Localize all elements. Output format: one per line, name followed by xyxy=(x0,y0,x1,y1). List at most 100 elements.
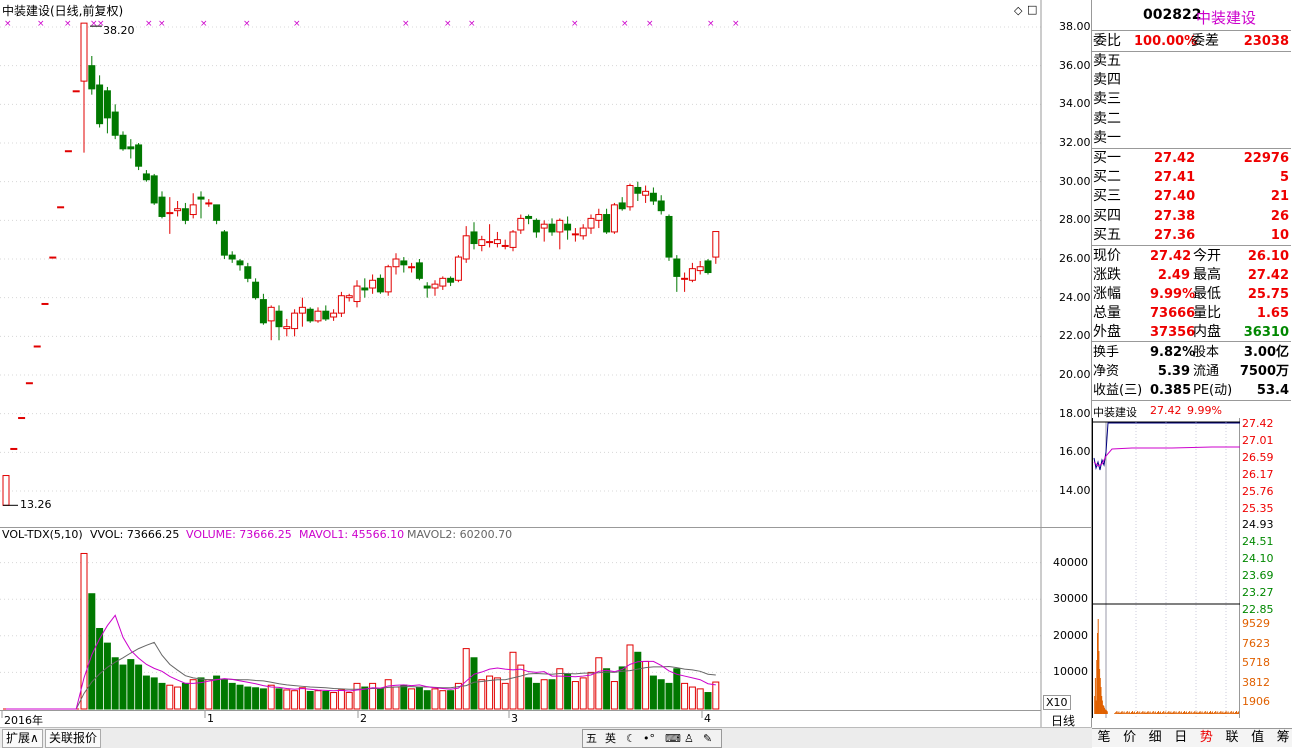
stock-code: 002822 xyxy=(1143,7,1202,23)
volume-bar xyxy=(384,679,392,710)
shirt-icon[interactable]: ♙ xyxy=(684,730,694,747)
candle-body xyxy=(649,192,657,202)
mini-price-label: 23.69 xyxy=(1242,569,1274,583)
volume-bar xyxy=(626,644,634,710)
sell-level-label: 卖三 xyxy=(1093,91,1121,108)
candle-body xyxy=(181,208,189,221)
related-quotes-button[interactable]: 关联报价 xyxy=(45,729,102,748)
candle-body xyxy=(267,306,275,322)
candle-body xyxy=(478,239,486,246)
volume-bar xyxy=(142,675,150,710)
bottom-tab-2[interactable]: 细 xyxy=(1143,729,1167,747)
candle-body xyxy=(72,90,80,93)
buy-volume: 26 xyxy=(1270,208,1289,224)
candle-body xyxy=(525,215,533,219)
candle-body xyxy=(291,312,299,330)
candle-body xyxy=(486,241,494,244)
date-tick-label: 1 xyxy=(207,712,214,725)
price-tick-label: 16.00 xyxy=(1059,445,1091,459)
bottom-tab-6[interactable]: 值 xyxy=(1246,729,1270,747)
sell-level-label: 卖四 xyxy=(1093,72,1121,89)
stat-label: 流通 xyxy=(1193,364,1220,379)
ime-mode[interactable]: 五 xyxy=(586,730,597,747)
sell-level-label: 卖二 xyxy=(1093,110,1121,127)
volume-bar xyxy=(610,681,618,710)
mini-volume-label: 9529 xyxy=(1242,617,1270,630)
candle-body xyxy=(57,206,65,209)
buy-row: 买二 27.41 5 xyxy=(1092,168,1291,187)
candle-body xyxy=(236,260,244,266)
candle-body xyxy=(439,277,447,287)
candle-body xyxy=(431,283,439,289)
buy-row: 买五 27.36 10 xyxy=(1092,226,1291,245)
ime-lang[interactable]: 英 xyxy=(605,730,616,747)
stat-row: 总量 73666 量比 1.65 xyxy=(1092,304,1291,323)
price-tick-label: 24.00 xyxy=(1059,290,1091,304)
price-tick-label: 32.00 xyxy=(1059,136,1091,149)
bottom-tab-4[interactable]: 势 xyxy=(1194,729,1218,747)
sell-row: 卖四 xyxy=(1092,71,1291,90)
volume-bar xyxy=(447,690,455,710)
stock-header: 002822 中装建设 xyxy=(1092,0,1292,30)
chart-title: 中装建设(日线,前复权) xyxy=(2,4,124,18)
moon-icon[interactable]: ☾ xyxy=(626,730,636,747)
bottom-tab-0[interactable]: 笔 xyxy=(1092,729,1116,747)
candle-body xyxy=(197,196,205,200)
candle-body xyxy=(275,310,283,328)
dots-icon[interactable]: •° xyxy=(643,730,655,747)
stat-value: 36310 xyxy=(1243,325,1289,340)
mini-price: 27.42 xyxy=(1150,404,1182,417)
price-tick-label: 34.00 xyxy=(1059,97,1091,111)
divider xyxy=(1092,245,1291,246)
bottom-tab-5[interactable]: 联 xyxy=(1220,729,1244,747)
candle-body xyxy=(571,233,579,236)
volume-bar xyxy=(493,677,501,710)
wrench-icon[interactable]: ✎ xyxy=(703,730,712,747)
bottom-tab-3[interactable]: 日 xyxy=(1169,729,1193,747)
expand-button[interactable]: 扩展∧ xyxy=(2,729,43,748)
bottom-tab-1[interactable]: 价 xyxy=(1118,729,1142,747)
bottom-tab-7[interactable]: 筹 xyxy=(1271,729,1292,747)
volume-bar xyxy=(478,679,486,710)
candle-body xyxy=(470,231,478,245)
volume-bar xyxy=(236,684,244,710)
event-marker: × xyxy=(293,19,301,29)
candle-body xyxy=(579,227,587,237)
bottom-tab-bar: 笔价细日势联值筹 xyxy=(1092,728,1292,747)
stat-label: 股本 xyxy=(1193,345,1220,360)
candle-body xyxy=(665,215,673,258)
volume-bar xyxy=(96,627,104,710)
square-icon[interactable]: □ xyxy=(1027,3,1037,16)
price-tick-label: 28.00 xyxy=(1059,213,1091,227)
volume-bar xyxy=(501,682,509,710)
sell-row: 卖一 xyxy=(1092,129,1291,148)
candle-body xyxy=(369,279,377,289)
candle-body xyxy=(548,223,556,233)
volume-bar xyxy=(291,690,299,710)
stat-row: 换手 9.82% 股本 3.00亿 xyxy=(1092,343,1291,362)
buy-price: 27.41 xyxy=(1154,170,1196,186)
candle-body xyxy=(447,277,455,283)
volume-bar xyxy=(314,690,322,710)
keyboard-icon[interactable]: ⌨ xyxy=(665,730,681,747)
buy-row: 买四 27.38 26 xyxy=(1092,207,1291,226)
mavol1-value: MAVOL1: 45566.10 xyxy=(299,528,405,541)
volume-tick-label: 30000 xyxy=(1053,592,1088,606)
stat-label: 量比 xyxy=(1193,305,1221,321)
intraday-mini-chart[interactable] xyxy=(1092,418,1240,718)
stat-value: 25.75 xyxy=(1247,287,1289,302)
volume-bar xyxy=(158,682,166,710)
volume-bar xyxy=(127,659,135,710)
volume-bar xyxy=(696,688,704,710)
candle-body xyxy=(205,202,213,205)
kline-chart[interactable]: × × × × × × × × × × × × × × × × × × xyxy=(0,0,1092,728)
volume-bar xyxy=(649,675,657,710)
candle-body xyxy=(493,239,501,245)
volume-bar xyxy=(259,688,267,710)
buy-level-label: 买四 xyxy=(1093,207,1121,224)
vvol-value: VVOL: 73666.25 xyxy=(90,528,180,541)
buy-level-label: 买三 xyxy=(1093,188,1121,205)
diamond-icon[interactable]: ◇ xyxy=(1014,4,1022,17)
stat-value: 3.00亿 xyxy=(1243,345,1289,360)
volume-bar xyxy=(408,688,416,710)
